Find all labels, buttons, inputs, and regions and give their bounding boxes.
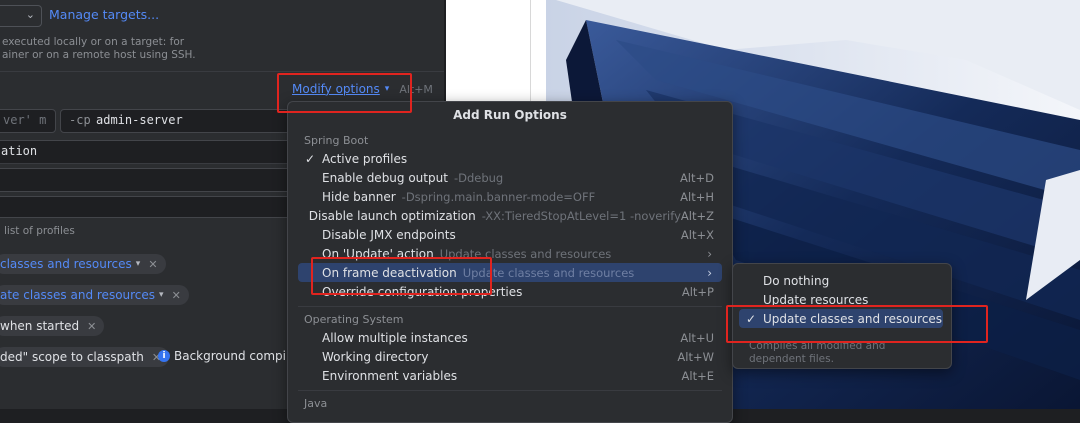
menu-item-disable-jmx-endpoints[interactable]: Disable JMX endpoints Alt+X — [298, 225, 722, 244]
highlight-box-update-classes — [726, 305, 988, 343]
info-icon: i — [158, 350, 170, 362]
divider — [0, 71, 444, 72]
submenu-item-do-nothing[interactable]: Do nothing — [739, 271, 943, 290]
menu-item-shortcut: Alt+Z — [680, 208, 714, 223]
classpath-flag: -cp — [69, 113, 91, 127]
classpath-field[interactable]: -cp admin-server — [60, 109, 292, 133]
menu-item-hint: -XX:TieredStopAtLevel=1 -noverify — [481, 208, 681, 223]
profiles-hint: list of profiles — [4, 225, 75, 237]
menu-item-environment-variables[interactable]: Environment variables Alt+E — [298, 366, 722, 385]
menu-item-label: Enable debug output — [322, 170, 448, 185]
active-profiles-field[interactable] — [0, 196, 292, 218]
divider — [298, 390, 722, 391]
main-class-field[interactable]: ation — [0, 140, 292, 164]
close-icon[interactable]: ✕ — [87, 320, 96, 333]
menu-item-label: Active profiles — [322, 151, 408, 166]
chevron-right-icon: › — [707, 246, 712, 261]
menu-item-label: Disable JMX endpoints — [322, 227, 456, 242]
close-icon[interactable]: ✕ — [148, 258, 157, 271]
chevron-down-icon: ▾ — [159, 290, 164, 300]
menu-item-label: Environment variables — [322, 368, 458, 383]
on-frame-deactivation-chip[interactable]: ate classes and resources ▾ ✕ — [0, 285, 189, 305]
program-arguments-field[interactable] — [0, 168, 292, 192]
menu-item-shortcut: Alt+H — [680, 189, 714, 204]
vm-options-field[interactable]: ver' m — [0, 109, 56, 133]
target-description-line: ainer or on a remote host using SSH. — [2, 49, 196, 61]
check-icon: ✓ — [304, 151, 316, 166]
divider — [298, 306, 722, 307]
menu-item-shortcut: Alt+E — [681, 368, 714, 383]
menu-item-shortcut: Alt+P — [681, 284, 714, 299]
target-description: executed locally or on a target: for ain… — [2, 36, 196, 62]
background-compilation-notice: i Background compilat — [158, 349, 301, 363]
main-class-value: ation — [1, 144, 38, 158]
target-description-line: executed locally or on a target: for — [2, 36, 185, 48]
include-provided-scope-chip[interactable]: ded" scope to classpath ✕ — [0, 347, 170, 367]
on-update-chip[interactable]: classes and resources ▾ ✕ — [0, 254, 166, 274]
menu-item-enable-debug-output[interactable]: Enable debug output -Ddebug Alt+D — [298, 168, 722, 187]
menu-item-label: Working directory — [322, 349, 429, 364]
manage-targets-link[interactable]: Manage targets... — [49, 7, 159, 22]
menu-item-shortcut: Alt+D — [679, 170, 714, 185]
chevron-down-icon: ▾ — [135, 259, 141, 269]
group-header-spring-boot: Spring Boot — [304, 134, 369, 147]
menu-item-hide-banner[interactable]: Hide banner -Dspring.main.banner-mode=OF… — [298, 187, 722, 206]
menu-item-hint: -Dspring.main.banner-mode=OFF — [401, 189, 596, 204]
chip-label: ate classes and resources — [0, 288, 156, 302]
menu-item-label: Allow multiple instances — [322, 330, 468, 345]
menu-item-shortcut: Alt+X — [680, 227, 714, 242]
highlight-box-modify-options — [277, 73, 412, 113]
submenu-hint: Compiles all modified and dependent file… — [749, 340, 886, 365]
close-icon[interactable]: ✕ — [172, 289, 181, 302]
menu-item-shortcut: Alt+W — [677, 349, 714, 364]
menu-item-active-profiles[interactable]: ✓ Active profiles — [298, 149, 722, 168]
chevron-right-icon: › — [707, 265, 712, 280]
submenu-item-label: Do nothing — [763, 273, 830, 288]
menu-item-allow-multiple-instances[interactable]: Allow multiple instances Alt+U — [298, 328, 722, 347]
open-browser-chip[interactable]: when started ✕ — [0, 316, 105, 336]
classpath-value: admin-server — [96, 113, 183, 127]
menu-item-shortcut: Alt+U — [680, 330, 714, 345]
menu-item-disable-launch-optimization[interactable]: Disable launch optimization -XX:TieredSt… — [298, 206, 722, 225]
target-combobox[interactable]: ⌄ — [0, 5, 42, 27]
divider — [0, 163, 290, 164]
vm-options-value: ver' m — [3, 113, 47, 127]
menu-item-label: Hide banner — [322, 189, 396, 204]
group-header-java: Java — [304, 397, 328, 410]
menu-item-label: Disable launch optimization — [308, 208, 476, 223]
menu-item-working-directory[interactable]: Working directory Alt+W — [298, 347, 722, 366]
chip-label: when started — [0, 319, 80, 333]
chevron-down-icon: ⌄ — [25, 8, 35, 21]
chip-label: classes and resources — [0, 257, 132, 271]
highlight-box-on-frame-deactivation — [311, 257, 492, 295]
chip-label: ded" scope to classpath — [0, 350, 144, 364]
menu-item-hint: -Ddebug — [453, 170, 504, 185]
group-header-operating-system: Operating System — [304, 313, 404, 326]
background-compilation-text: Background compilat — [174, 349, 302, 363]
